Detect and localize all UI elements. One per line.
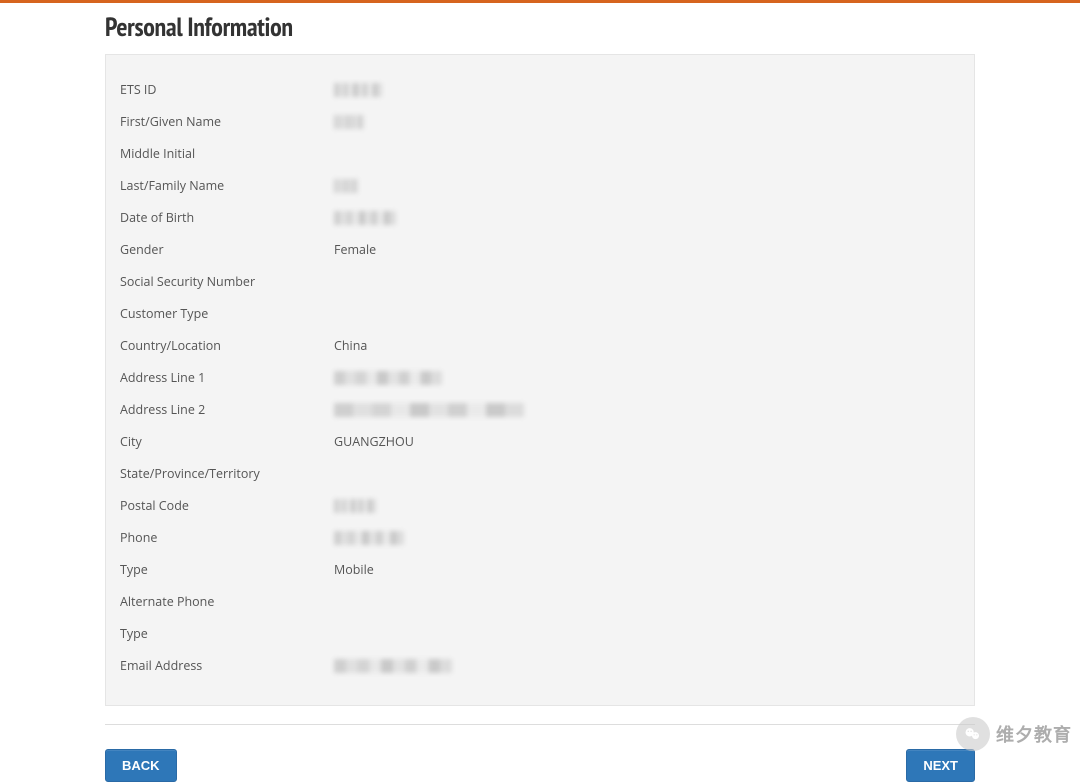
redacted-block [334, 499, 376, 513]
field-label: Address Line 1 [120, 369, 334, 386]
field-value [334, 209, 960, 226]
field-label: Email Address [120, 657, 334, 674]
field-label: Social Security Number [120, 273, 334, 290]
redacted-block [334, 403, 524, 417]
redacted-block [334, 211, 396, 225]
field-value: Mobile [334, 561, 960, 578]
redacted-block [334, 371, 442, 385]
field-label: Customer Type [120, 305, 334, 322]
field-value [334, 81, 960, 98]
field-row: Email Address [120, 649, 960, 681]
personal-info-panel: ETS ID First/Given Name Middle Initial Last… [105, 54, 975, 706]
field-row: Phone [120, 521, 960, 553]
field-value [334, 529, 960, 546]
field-value-text: Mobile [334, 561, 374, 578]
field-label: City [120, 433, 334, 450]
redacted-block [334, 659, 452, 673]
field-row: First/Given Name [120, 105, 960, 137]
field-row: TypeMobile [120, 553, 960, 585]
redacted-block [334, 83, 382, 97]
field-row: Address Line 2 [120, 393, 960, 425]
field-label: Phone [120, 529, 334, 546]
field-label: Postal Code [120, 497, 334, 514]
field-row: Country/LocationChina [120, 329, 960, 361]
field-row: Last/Family Name [120, 169, 960, 201]
field-value [334, 369, 960, 386]
field-row: Address Line 1 [120, 361, 960, 393]
field-value [334, 657, 960, 674]
field-value-text: GUANGZHOU [334, 433, 414, 450]
field-row: CityGUANGZHOU [120, 425, 960, 457]
field-label: Type [120, 561, 334, 578]
redacted-block [334, 115, 364, 129]
field-label: Last/Family Name [120, 177, 334, 194]
field-row: Date of Birth [120, 201, 960, 233]
field-row: Middle Initial [120, 137, 960, 169]
field-row: ETS ID [120, 73, 960, 105]
field-row: Postal Code [120, 489, 960, 521]
page-title: Personal Information [105, 11, 975, 44]
field-label: Country/Location [120, 337, 334, 354]
field-label: First/Given Name [120, 113, 334, 130]
field-value [334, 177, 960, 194]
redacted-block [334, 179, 358, 193]
field-label: ETS ID [120, 81, 334, 98]
footer-bar: BACK NEXT [105, 724, 975, 782]
field-value [334, 401, 960, 418]
field-label: Date of Birth [120, 209, 334, 226]
field-label: Address Line 2 [120, 401, 334, 418]
page-wrap: Personal Information ETS ID First/Given N… [0, 3, 1080, 782]
next-button[interactable]: NEXT [906, 749, 975, 782]
field-value [334, 113, 960, 130]
field-row: Type [120, 617, 960, 649]
field-row: GenderFemale [120, 233, 960, 265]
field-row: Alternate Phone [120, 585, 960, 617]
field-row: Social Security Number [120, 265, 960, 297]
field-value-text: Female [334, 241, 376, 258]
field-value-text: China [334, 337, 367, 354]
field-value [334, 497, 960, 514]
main-content: Personal Information ETS ID First/Given N… [105, 11, 975, 706]
field-row: State/Province/Territory [120, 457, 960, 489]
field-label: Alternate Phone [120, 593, 334, 610]
field-label: State/Province/Territory [120, 465, 334, 482]
field-value: GUANGZHOU [334, 433, 960, 450]
field-row: Customer Type [120, 297, 960, 329]
field-label: Type [120, 625, 334, 642]
redacted-block [334, 531, 404, 545]
field-label: Gender [120, 241, 334, 258]
field-value: China [334, 337, 960, 354]
field-value: Female [334, 241, 960, 258]
back-button[interactable]: BACK [105, 749, 177, 782]
field-label: Middle Initial [120, 145, 334, 162]
